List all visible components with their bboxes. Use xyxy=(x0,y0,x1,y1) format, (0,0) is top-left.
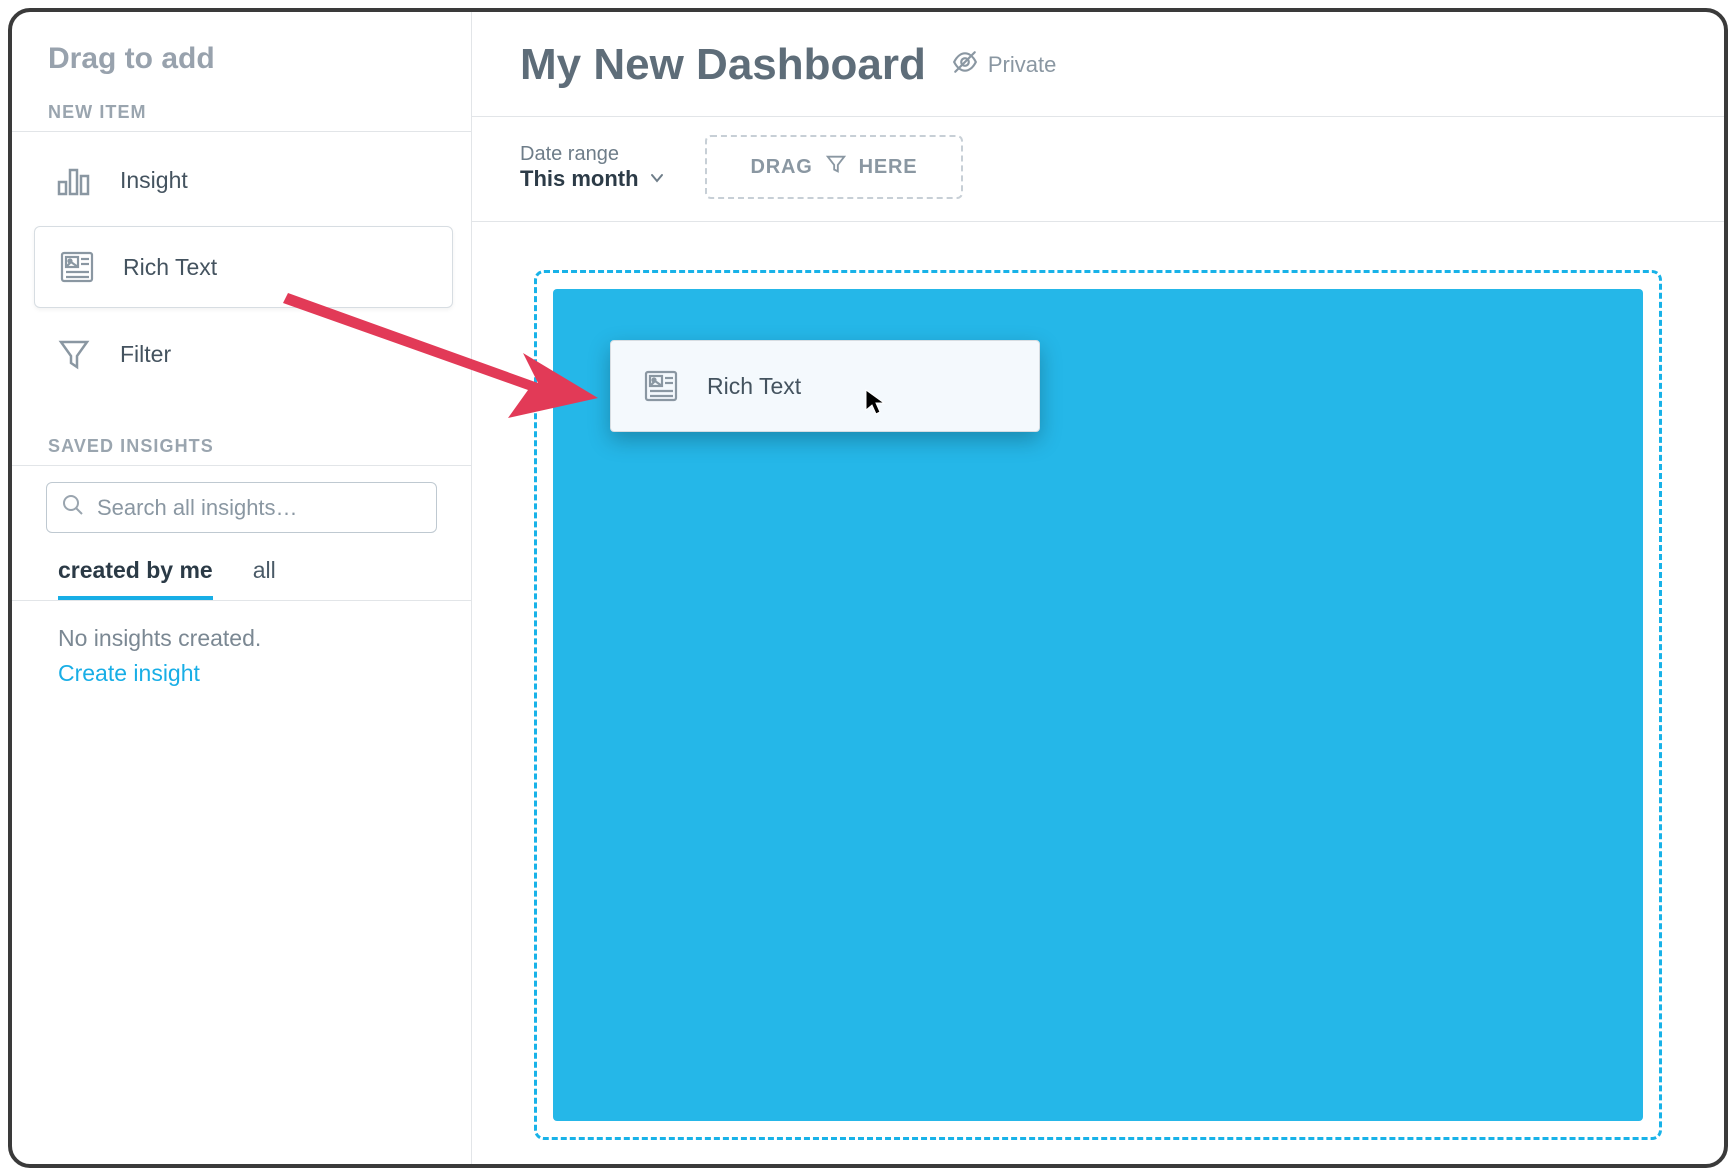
toolbar: Date range This month DRAG HERE xyxy=(472,117,1724,222)
dashboard-header: My New Dashboard Private xyxy=(472,12,1724,117)
sidebar-item-label: Rich Text xyxy=(123,254,217,281)
sidebar-item-rich-text[interactable]: Rich Text xyxy=(34,226,453,308)
mouse-cursor-icon xyxy=(864,388,888,421)
rich-text-icon xyxy=(57,247,97,287)
section-label-new-item: NEW ITEM xyxy=(12,94,471,132)
date-range-value: This month xyxy=(520,166,639,192)
main-area: My New Dashboard Private Date range This… xyxy=(472,12,1724,1164)
search-icon xyxy=(61,493,85,522)
eye-off-icon xyxy=(952,49,978,81)
sidebar: Drag to add NEW ITEM Insight Rich Text F… xyxy=(12,12,472,1164)
search-input-wrap[interactable] xyxy=(46,482,437,533)
chevron-down-icon xyxy=(649,166,665,192)
privacy-label: Private xyxy=(988,52,1056,78)
sidebar-title: Drag to add xyxy=(12,36,471,94)
date-range-label: Date range xyxy=(520,143,665,166)
section-label-saved: SAVED INSIGHTS xyxy=(12,428,471,466)
funnel-icon xyxy=(825,153,847,181)
funnel-icon xyxy=(54,334,94,374)
filter-drop-target[interactable]: DRAG HERE xyxy=(705,135,964,199)
sidebar-item-label: Insight xyxy=(120,167,188,194)
drop-here-label: HERE xyxy=(859,156,918,179)
rich-text-icon xyxy=(641,366,681,406)
empty-state-text: No insights created. xyxy=(58,625,425,652)
sidebar-item-insight[interactable]: Insight xyxy=(12,138,471,222)
tab-created-by-me[interactable]: created by me xyxy=(58,557,213,600)
privacy-indicator[interactable]: Private xyxy=(952,49,1056,81)
search-input[interactable] xyxy=(97,495,422,521)
dragging-widget-card[interactable]: Rich Text xyxy=(610,340,1040,432)
sidebar-item-filter[interactable]: Filter xyxy=(12,312,471,396)
tab-all[interactable]: all xyxy=(253,557,276,600)
bar-chart-icon xyxy=(54,160,94,200)
create-insight-link[interactable]: Create insight xyxy=(58,660,425,687)
sidebar-item-label: Filter xyxy=(120,341,171,368)
insights-tabs: created by me all xyxy=(12,533,471,601)
dragging-widget-label: Rich Text xyxy=(707,373,801,400)
drop-drag-label: DRAG xyxy=(751,156,813,179)
dashboard-title[interactable]: My New Dashboard xyxy=(520,40,926,90)
date-range-picker[interactable]: Date range This month xyxy=(520,143,665,192)
